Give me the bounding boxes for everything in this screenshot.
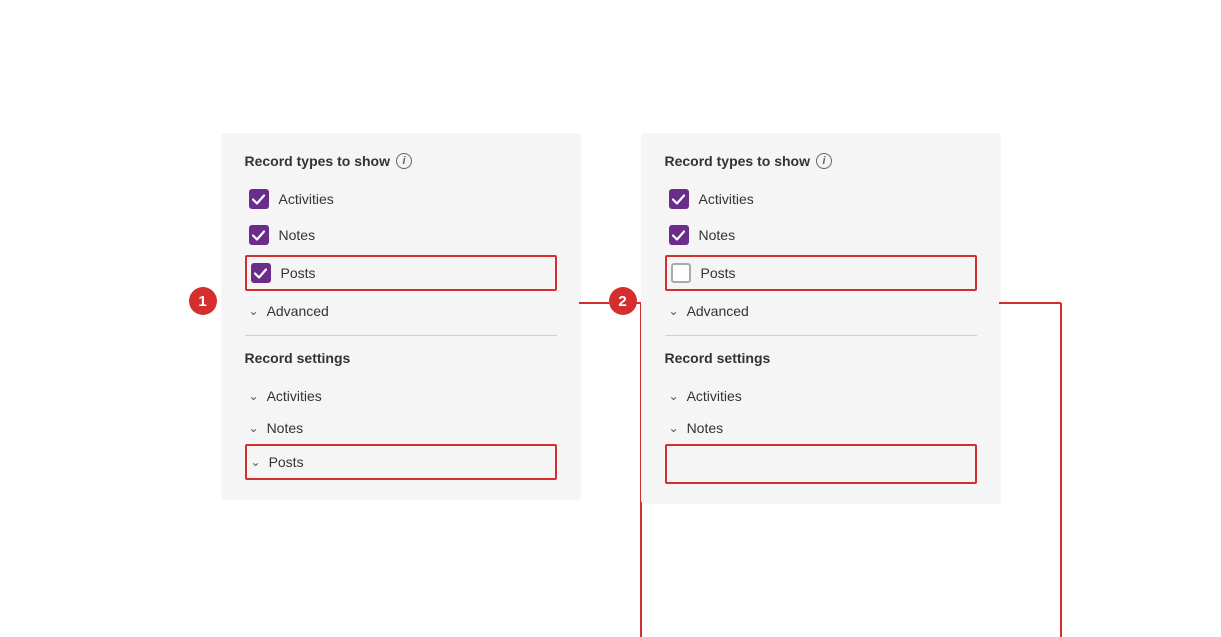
panel-1: Record types to show i Activities <box>221 133 581 500</box>
panel1-advanced-chevron: ⌄ <box>249 304 259 318</box>
panel-2: Record types to show i Activities <box>641 133 1001 504</box>
panel2-advanced-label: Advanced <box>687 303 749 319</box>
panel2-advanced-chevron: ⌄ <box>669 304 679 318</box>
badge-label-2: 2 <box>609 287 637 315</box>
panel2-section-title-text: Record types to show <box>665 153 810 169</box>
panel1-section-title-text: Record types to show <box>245 153 390 169</box>
panel1-rs-posts-chevron: ⌄ <box>251 455 261 469</box>
panel2-notes-row[interactable]: Notes <box>665 219 977 251</box>
panel2-advanced-row[interactable]: ⌄ Advanced <box>665 295 977 327</box>
panel2-notes-checkbox[interactable] <box>669 225 689 245</box>
panel2-posts-label: Posts <box>701 265 736 281</box>
panel2-posts-checkbox[interactable] <box>671 263 691 283</box>
panel2-divider <box>665 335 977 336</box>
panel1-record-settings-title: Record settings <box>245 350 557 366</box>
panel1-info-icon[interactable]: i <box>396 153 412 169</box>
panel2-activities-label: Activities <box>699 191 754 207</box>
panel1-section-title: Record types to show i <box>245 153 557 169</box>
panel2-section-title: Record types to show i <box>665 153 977 169</box>
panel1-activities-label: Activities <box>279 191 334 207</box>
panel2-info-icon[interactable]: i <box>816 153 832 169</box>
panel2-wrapper: 2 Record types to show i Activities <box>641 133 1001 504</box>
panel1-rs-notes-chevron: ⌄ <box>249 421 259 435</box>
panel1-divider <box>245 335 557 336</box>
panel2-activities-row[interactable]: Activities <box>665 183 977 215</box>
panel1-rs-activities[interactable]: ⌄ Activities <box>245 380 557 412</box>
panel1-advanced-label: Advanced <box>267 303 329 319</box>
panel1-notes-row[interactable]: Notes <box>245 219 557 251</box>
panel2-record-settings-title: Record settings <box>665 350 977 366</box>
panel1-advanced-row[interactable]: ⌄ Advanced <box>245 295 557 327</box>
panel2-activities-checkbox[interactable] <box>669 189 689 209</box>
panel1-rs-posts[interactable]: ⌄ Posts <box>245 444 557 480</box>
panel2-rs-activities[interactable]: ⌄ Activities <box>665 380 977 412</box>
main-container: 1 Record types to show i Activities <box>181 103 1041 534</box>
badge-label-1: 1 <box>189 287 217 315</box>
panel1-notes-checkbox[interactable] <box>249 225 269 245</box>
panel1-rs-activities-chevron: ⌄ <box>249 389 259 403</box>
panel1-notes-label: Notes <box>279 227 316 243</box>
panel1-rs-activities-label: Activities <box>267 388 322 404</box>
panel2-rs-notes-label: Notes <box>687 420 724 436</box>
panel2-posts-row[interactable]: Posts <box>665 255 977 291</box>
panel1-activities-row[interactable]: Activities <box>245 183 557 215</box>
panel2-rs-notes-chevron: ⌄ <box>669 421 679 435</box>
panel1-posts-row[interactable]: Posts <box>245 255 557 291</box>
panel1-rs-notes-label: Notes <box>267 420 304 436</box>
panel2-rs-posts-empty <box>665 444 977 484</box>
panel1-posts-checkbox[interactable] <box>251 263 271 283</box>
panel1-activities-checkbox[interactable] <box>249 189 269 209</box>
panel1-rs-posts-label: Posts <box>269 454 304 470</box>
panel1-rs-notes[interactable]: ⌄ Notes <box>245 412 557 444</box>
panel1-wrapper: 1 Record types to show i Activities <box>221 133 581 500</box>
panel2-rs-activities-label: Activities <box>687 388 742 404</box>
panel2-rs-notes[interactable]: ⌄ Notes <box>665 412 977 444</box>
panel2-rs-activities-chevron: ⌄ <box>669 389 679 403</box>
panel2-notes-label: Notes <box>699 227 736 243</box>
panel1-posts-label: Posts <box>281 265 316 281</box>
